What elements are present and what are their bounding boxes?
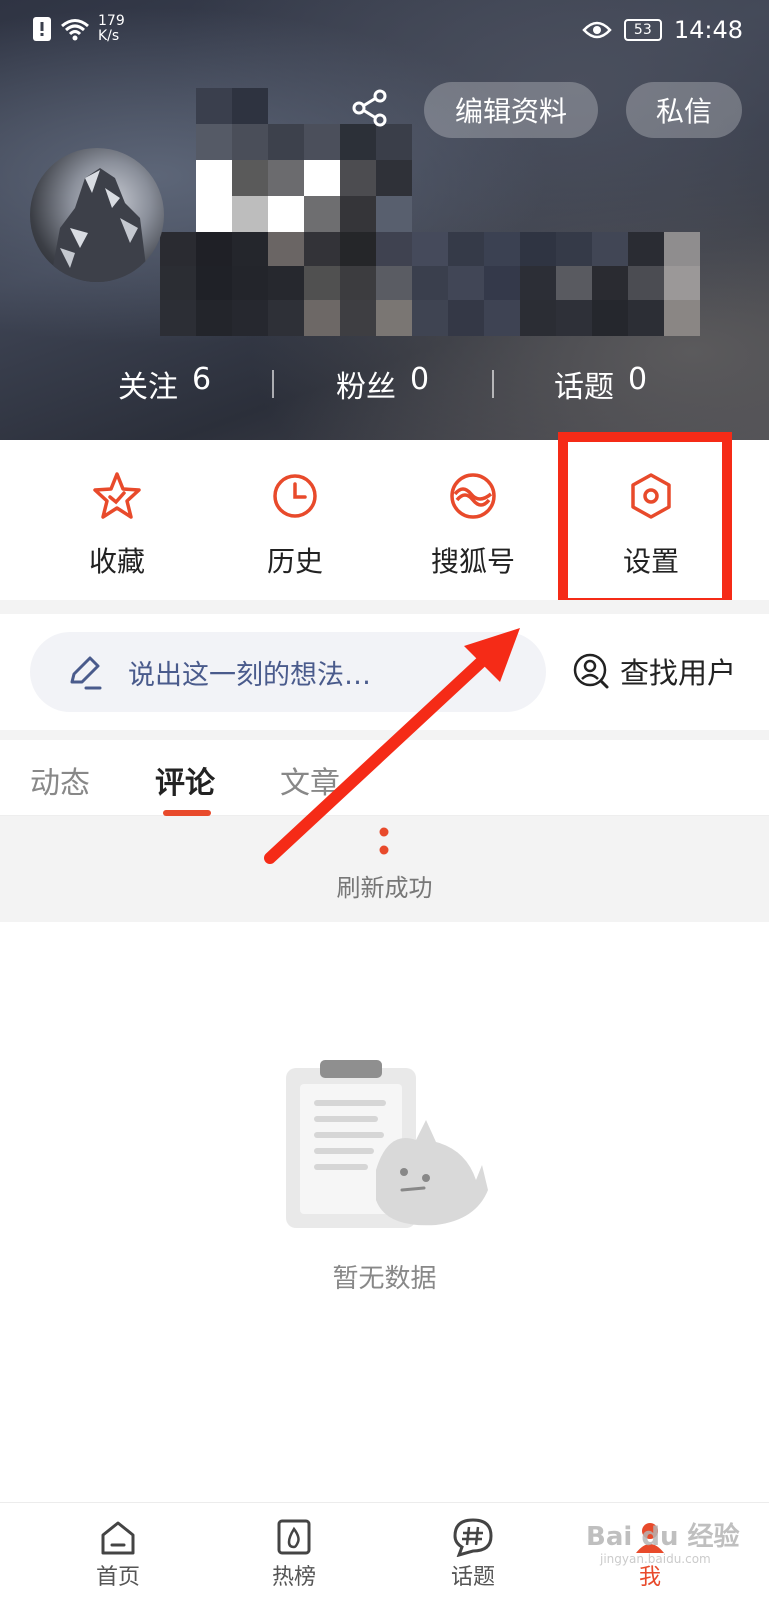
find-user-label: 查找用户 — [620, 656, 737, 690]
pencil-icon — [70, 656, 102, 690]
stat-divider — [492, 370, 494, 398]
sohu-account-button[interactable]: 搜狐号 — [398, 470, 548, 580]
profile-stats: 关注 6 粉丝 0 话题 0 — [0, 362, 769, 410]
battery-indicator: 53 — [623, 19, 662, 41]
tab-dynamics[interactable]: 动态 — [30, 758, 90, 802]
empty-state-text: 暂无数据 — [332, 1264, 437, 1294]
nav-label: 首页 — [95, 1565, 140, 1590]
stat-topics[interactable]: 话题 0 — [554, 362, 647, 406]
wifi-icon — [61, 19, 89, 41]
stat-label: 关注 — [118, 370, 178, 405]
stat-label: 话题 — [554, 370, 614, 405]
action-label: 历史 — [266, 545, 323, 578]
network-speed-unit: K/s — [98, 28, 120, 44]
notification-alert-icon — [33, 17, 51, 41]
nav-label: 热榜 — [271, 1565, 316, 1590]
eye-icon — [582, 21, 612, 39]
home-icon — [101, 1521, 135, 1555]
watermark-url: jingyan.baidu.com — [600, 1552, 711, 1566]
profile-header-background: 179 K/s 53 14:48 编辑资料 私信 关注 6 粉丝 0 话题 0 — [0, 0, 769, 440]
stat-value: 0 — [410, 362, 430, 397]
tab-comments[interactable]: 评论 — [155, 758, 215, 802]
hot-list-icon — [277, 1519, 311, 1555]
loading-dots-icon — [379, 827, 389, 855]
profile-screen: 179 K/s 53 14:48 编辑资料 私信 关注 6 粉丝 0 话题 0 … — [0, 0, 769, 1600]
nav-hot-list[interactable]: 热榜 — [234, 1517, 354, 1591]
baidu-jingyan-watermark: Bai du 经验 — [586, 1522, 740, 1552]
compose-placeholder: 说出这一刻的想法… — [128, 659, 371, 691]
status-right: 53 14:48 — [582, 16, 743, 44]
settings-highlight-box — [558, 432, 732, 608]
nav-label: 话题 — [450, 1565, 495, 1590]
topic-icon — [453, 1518, 493, 1557]
tab-articles[interactable]: 文章 — [280, 758, 340, 802]
stat-value: 0 — [628, 362, 648, 397]
stat-divider — [272, 370, 274, 398]
stat-label: 粉丝 — [336, 370, 396, 405]
history-button[interactable]: 历史 — [220, 470, 370, 580]
avatar-mountain-image — [50, 168, 148, 282]
compose-input[interactable]: 说出这一刻的想法… — [30, 632, 546, 712]
star-icon — [93, 472, 141, 519]
action-label: 收藏 — [88, 545, 145, 578]
edit-profile-button[interactable]: 编辑资料 — [424, 82, 598, 138]
find-user-button[interactable]: 查找用户 — [572, 650, 736, 692]
refresh-banner: 刷新成功 — [0, 816, 769, 922]
stat-value: 6 — [192, 362, 212, 397]
content-tabs: 动态 评论 文章 — [0, 740, 769, 816]
clock-time: 14:48 — [673, 16, 743, 44]
refresh-status-text: 刷新成功 — [336, 874, 433, 902]
network-speed-value: 179 — [98, 13, 125, 29]
status-bar: 179 K/s 53 14:48 — [0, 0, 769, 62]
nav-topics[interactable]: 话题 — [413, 1517, 533, 1591]
share-icon[interactable] — [350, 88, 390, 128]
network-speed: 179 K/s — [98, 14, 138, 44]
nav-home[interactable]: 首页 — [58, 1517, 178, 1591]
action-label: 搜狐号 — [430, 545, 515, 578]
favorites-button[interactable]: 收藏 — [42, 470, 192, 580]
status-left: 179 K/s — [32, 14, 138, 44]
stat-followers[interactable]: 粉丝 0 — [336, 362, 429, 406]
clock-icon — [273, 474, 317, 518]
stat-following[interactable]: 关注 6 — [118, 362, 211, 406]
private-message-button[interactable]: 私信 — [626, 82, 742, 138]
sohu-icon — [450, 473, 496, 519]
user-search-icon — [573, 653, 609, 689]
section-divider — [0, 600, 769, 614]
avatar[interactable] — [30, 148, 164, 282]
empty-clipboard-fox-illustration — [286, 1060, 488, 1228]
